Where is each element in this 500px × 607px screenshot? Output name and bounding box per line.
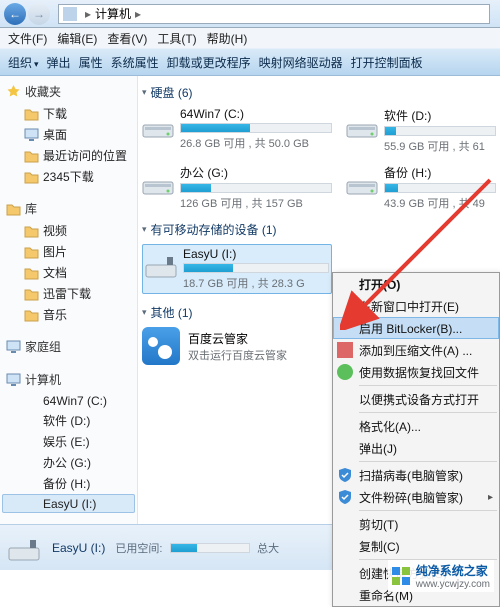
drive-h[interactable]: 备份 (H:) 43.9 GB 可用 , 共 49 [346, 164, 496, 211]
ctx-eject[interactable]: 弹出(J) [333, 437, 499, 459]
menu-help[interactable]: 帮助(H) [207, 30, 248, 46]
nav-pictures[interactable]: 图片 [2, 241, 135, 262]
ctx-data-recovery[interactable]: 使用数据恢复找回文件 [333, 361, 499, 383]
computer-icon [63, 7, 77, 21]
archive-icon [337, 342, 353, 358]
ctx-add-to-archive[interactable]: 添加到压缩文件(A) ... [333, 339, 499, 361]
shield-icon [337, 489, 353, 505]
ctx-enable-bitlocker[interactable]: 启用 BitLocker(B)... [333, 317, 499, 339]
recovery-icon [337, 364, 353, 380]
nav-drive-e[interactable]: 娱乐 (E:) [2, 431, 135, 452]
menu-view[interactable]: 查看(V) [107, 30, 147, 46]
tool-properties[interactable]: 属性 [79, 54, 103, 71]
status-usage-bar [170, 543, 250, 553]
drive-g[interactable]: 办公 (G:) 126 GB 可用 , 共 157 GB [142, 164, 332, 211]
nav-forward-button[interactable]: → [28, 3, 50, 25]
tool-eject[interactable]: 弹出 [47, 54, 71, 71]
shield-icon [337, 467, 353, 483]
drive-icon [346, 107, 378, 139]
drive-icon [346, 164, 378, 196]
ctx-open-new-window[interactable]: 在新窗口中打开(E) [333, 295, 499, 317]
watermark: 纯净系统之家 www.ycwjzy.com [388, 560, 494, 592]
nav-drive-c[interactable]: 64Win7 (C:) [2, 391, 135, 410]
nav-videos[interactable]: 视频 [2, 220, 135, 241]
nav-documents[interactable]: 文档 [2, 262, 135, 283]
nav-libraries[interactable]: 库 [2, 197, 135, 220]
ctx-open-portable[interactable]: 以便携式设备方式打开 [333, 388, 499, 410]
nav-drive-h[interactable]: 备份 (H:) [2, 473, 135, 494]
location-text: 计算机 [95, 5, 131, 22]
nav-drive-g[interactable]: 办公 (G:) [2, 452, 135, 473]
section-hdd[interactable]: 硬盘 (6) [142, 84, 496, 101]
nav-favorites[interactable]: 收藏夹 [2, 80, 135, 103]
titlebar: ← → ▸ 计算机 ▸ [0, 0, 500, 28]
tool-uninstall[interactable]: 卸载或更改程序 [167, 54, 251, 71]
menu-edit[interactable]: 编辑(E) [57, 30, 97, 46]
nav-thunder[interactable]: 迅雷下载 [2, 283, 135, 304]
ctx-format[interactable]: 格式化(A)... [333, 415, 499, 437]
usb-drive-icon [145, 247, 177, 279]
drive-icon [142, 164, 174, 196]
drive-i-selected[interactable]: EasyU (I:) 18.7 GB 可用 , 共 28.3 G [142, 244, 332, 294]
tool-map-drive[interactable]: 映射网络驱动器 [259, 54, 343, 71]
ctx-copy[interactable]: 复制(C) [333, 535, 499, 557]
nav-drive-d[interactable]: 软件 (D:) [2, 410, 135, 431]
tool-organize[interactable]: 组织 [8, 54, 39, 71]
menu-tools[interactable]: 工具(T) [157, 30, 196, 46]
ctx-cut[interactable]: 剪切(T) [333, 513, 499, 535]
drive-icon [142, 107, 174, 139]
nav-homegroup[interactable]: 家庭组 [2, 335, 135, 358]
ctx-scan-virus[interactable]: 扫描病毒(电脑管家) [333, 464, 499, 486]
menubar: 文件(F) 编辑(E) 查看(V) 工具(T) 帮助(H) [0, 28, 500, 48]
address-bar[interactable]: ▸ 计算机 ▸ [58, 4, 490, 24]
drive-c[interactable]: 64Win7 (C:) 26.8 GB 可用 , 共 50.0 GB [142, 107, 332, 154]
nav-computer[interactable]: 计算机 [2, 368, 135, 391]
nav-back-button[interactable]: ← [4, 3, 26, 25]
nav-downloads[interactable]: 下载 [2, 103, 135, 124]
nav-drive-i[interactable]: EasyU (I:) [2, 494, 135, 513]
context-menu: 打开(O) 在新窗口中打开(E) 启用 BitLocker(B)... 添加到压… [332, 272, 500, 607]
watermark-logo-icon [392, 567, 410, 585]
nav-desktop[interactable]: 桌面 [2, 124, 135, 145]
tool-control-panel[interactable]: 打开控制面板 [351, 54, 423, 71]
ctx-file-shred[interactable]: 文件粉碎(电脑管家) [333, 486, 499, 508]
section-removable[interactable]: 有可移动存储的设备 (1) [142, 221, 496, 238]
drive-d[interactable]: 软件 (D:) 55.9 GB 可用 , 共 61 [346, 107, 496, 154]
nav-pane: 收藏夹 下载 桌面 最近访问的位置 2345下载 库 视频 图片 文档 迅雷下载… [0, 76, 138, 524]
toolbar: 组织 弹出 属性 系统属性 卸载或更改程序 映射网络驱动器 打开控制面板 [0, 48, 500, 76]
nav-recent[interactable]: 最近访问的位置 [2, 145, 135, 166]
ctx-open[interactable]: 打开(O) [333, 273, 499, 295]
nav-music[interactable]: 音乐 [2, 304, 135, 325]
tool-system-properties[interactable]: 系统属性 [111, 54, 159, 71]
usb-drive-icon [8, 530, 44, 566]
nav-2345[interactable]: 2345下载 [2, 166, 135, 187]
baidu-cloud-icon [142, 327, 180, 365]
status-drive-name: EasyU (I:) [52, 541, 105, 555]
menu-file[interactable]: 文件(F) [8, 30, 47, 46]
